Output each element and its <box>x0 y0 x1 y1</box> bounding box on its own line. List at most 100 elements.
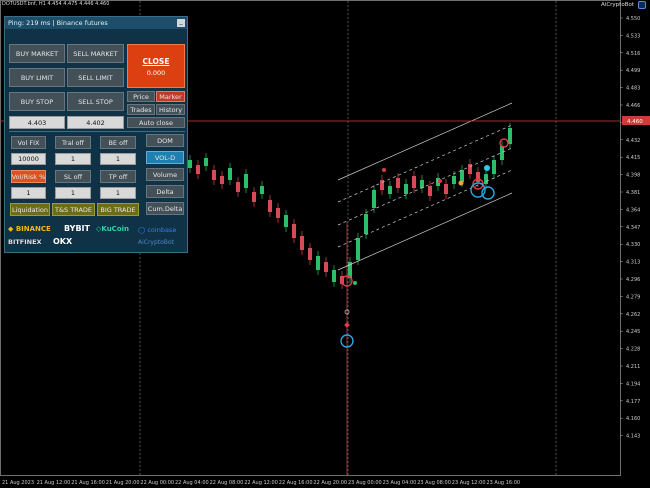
buy-limit-button[interactable]: BUY LIMIT <box>9 68 65 87</box>
tral-off-button[interactable]: Tral off <box>55 136 91 149</box>
sell-market-button[interactable]: SELL MARKET <box>67 44 124 63</box>
sell-stop-button[interactable]: SELL STOP <box>67 92 124 111</box>
candle-body <box>260 186 264 194</box>
auto-close-button[interactable]: Auto close <box>127 117 185 128</box>
candle-body <box>508 128 512 144</box>
be-off-button[interactable]: BE off <box>100 136 136 149</box>
candle-body <box>268 200 272 212</box>
price-label: 4.381 <box>626 190 640 196</box>
time-label: 21 Aug 2023 <box>2 480 34 486</box>
price-label: 4.194 <box>626 381 640 387</box>
minimize-icon[interactable]: _ <box>177 19 185 27</box>
price-label: 4.296 <box>626 277 640 283</box>
candle-body <box>404 184 408 194</box>
price-label: 4.347 <box>626 225 640 231</box>
time-label: 22 Aug 08:00 <box>210 480 244 486</box>
candle-body <box>468 164 472 174</box>
bybit-logo: BYBIT <box>64 224 90 233</box>
vol-risk-button[interactable]: Vol/Risk % <box>11 170 46 183</box>
price-label: 4.483 <box>626 86 640 92</box>
close-button[interactable]: CLOSE 0.000 <box>127 44 185 88</box>
panel-title-bar[interactable]: Ping: 219 ms | Binance futures _ <box>5 17 187 29</box>
price-label: 4.245 <box>626 329 640 335</box>
be-field[interactable]: 1 <box>100 153 136 165</box>
candle-body <box>284 215 288 227</box>
big-trade-button[interactable]: BIG TRADE <box>97 203 139 216</box>
trade-dot <box>458 180 464 186</box>
delta-button[interactable]: Delta <box>146 185 184 198</box>
binance-logo: ◆ BINANCE <box>8 225 51 233</box>
dom-button[interactable]: DOM <box>146 134 184 147</box>
tral-field[interactable]: 1 <box>55 153 91 165</box>
candle-body <box>324 262 328 272</box>
panel-title: Ping: 219 ms | Binance futures <box>8 19 108 27</box>
sell-price-field[interactable]: 4.402 <box>67 116 124 129</box>
candle-body <box>220 176 224 184</box>
price-label: 4.499 <box>626 68 640 74</box>
candle-body <box>276 208 280 218</box>
price-button[interactable]: Price <box>127 91 155 102</box>
sl-field[interactable]: 1 <box>55 187 91 199</box>
candle-body <box>196 165 200 174</box>
history-button[interactable]: History <box>156 104 185 115</box>
price-label: 4.398 <box>626 173 640 179</box>
trade-dot <box>353 281 357 285</box>
candle-body <box>460 170 464 182</box>
price-label: 4.330 <box>626 242 640 248</box>
candle-body <box>380 180 384 190</box>
symbol-info: DOTUSDT.bnf, H1 4.454 4.475 4.446 4.460 <box>2 1 110 7</box>
price-label: 4.415 <box>626 155 640 161</box>
brand-label: AiCryptoBot <box>601 2 634 8</box>
candle-body <box>388 186 392 194</box>
price-label: 4.516 <box>626 51 640 57</box>
trades-button[interactable]: Trades <box>127 104 155 115</box>
price-label: 4.313 <box>626 260 640 266</box>
candle-body <box>228 168 232 180</box>
ts-trade-button[interactable]: T&S TRADE <box>52 203 95 216</box>
time-label: 22 Aug 12:00 <box>244 480 278 486</box>
robot-icon <box>638 1 646 9</box>
buy-market-button[interactable]: BUY MARKET <box>9 44 65 63</box>
price-label: 4.211 <box>626 364 640 370</box>
price-label: 4.279 <box>626 294 640 300</box>
price-label: 4.466 <box>626 103 640 109</box>
liquidation-button[interactable]: Liquidation <box>10 203 50 216</box>
volume-button[interactable]: Volume <box>146 168 184 181</box>
tp-off-button[interactable]: TP off <box>100 170 136 183</box>
time-label: 23 Aug 12:00 <box>452 480 486 486</box>
candle-body <box>212 170 216 180</box>
sl-off-button[interactable]: SL off <box>55 170 91 183</box>
candle-body <box>476 172 480 182</box>
candle-body <box>356 238 360 260</box>
buy-stop-button[interactable]: BUY STOP <box>9 92 65 111</box>
vol-d-button[interactable]: VOL-D <box>146 151 184 164</box>
current-price-label: 4.460 <box>627 119 643 125</box>
candle-body <box>500 146 504 160</box>
price-label: 4.228 <box>626 347 640 353</box>
kucoin-logo: ◇KuCoin <box>96 225 130 233</box>
price-label: 4.262 <box>626 312 640 318</box>
trade-panel: Ping: 219 ms | Binance futures _ BUY MAR… <box>4 16 188 253</box>
vol-fix-button[interactable]: Vol FIX <box>11 136 46 149</box>
tp-field[interactable]: 1 <box>100 187 136 199</box>
sell-limit-button[interactable]: SELL LIMIT <box>67 68 124 87</box>
candle-body <box>452 176 456 184</box>
candle-body <box>428 186 432 196</box>
trade-markers <box>340 138 509 348</box>
candle-body <box>244 174 248 188</box>
candle-body <box>444 184 448 194</box>
coinbase-logo: ◯ coinbase <box>138 226 177 234</box>
marker-button[interactable]: Marker <box>156 91 185 102</box>
trade-dot <box>382 168 386 172</box>
time-label: 22 Aug 16:00 <box>279 480 313 486</box>
risk-field[interactable]: 1 <box>11 187 46 199</box>
candle-body <box>420 180 424 188</box>
time-label: 22 Aug 00:00 <box>140 480 174 486</box>
cum-delta-button[interactable]: Cum.Delta <box>146 202 184 215</box>
time-label: 23 Aug 00:00 <box>348 480 382 486</box>
buy-price-field[interactable]: 4.403 <box>9 116 65 129</box>
big-trade-marker <box>499 138 509 148</box>
candle-body <box>308 248 312 260</box>
price-label: 4.160 <box>626 416 640 422</box>
vol-fix-field[interactable]: 10000 <box>11 153 46 165</box>
